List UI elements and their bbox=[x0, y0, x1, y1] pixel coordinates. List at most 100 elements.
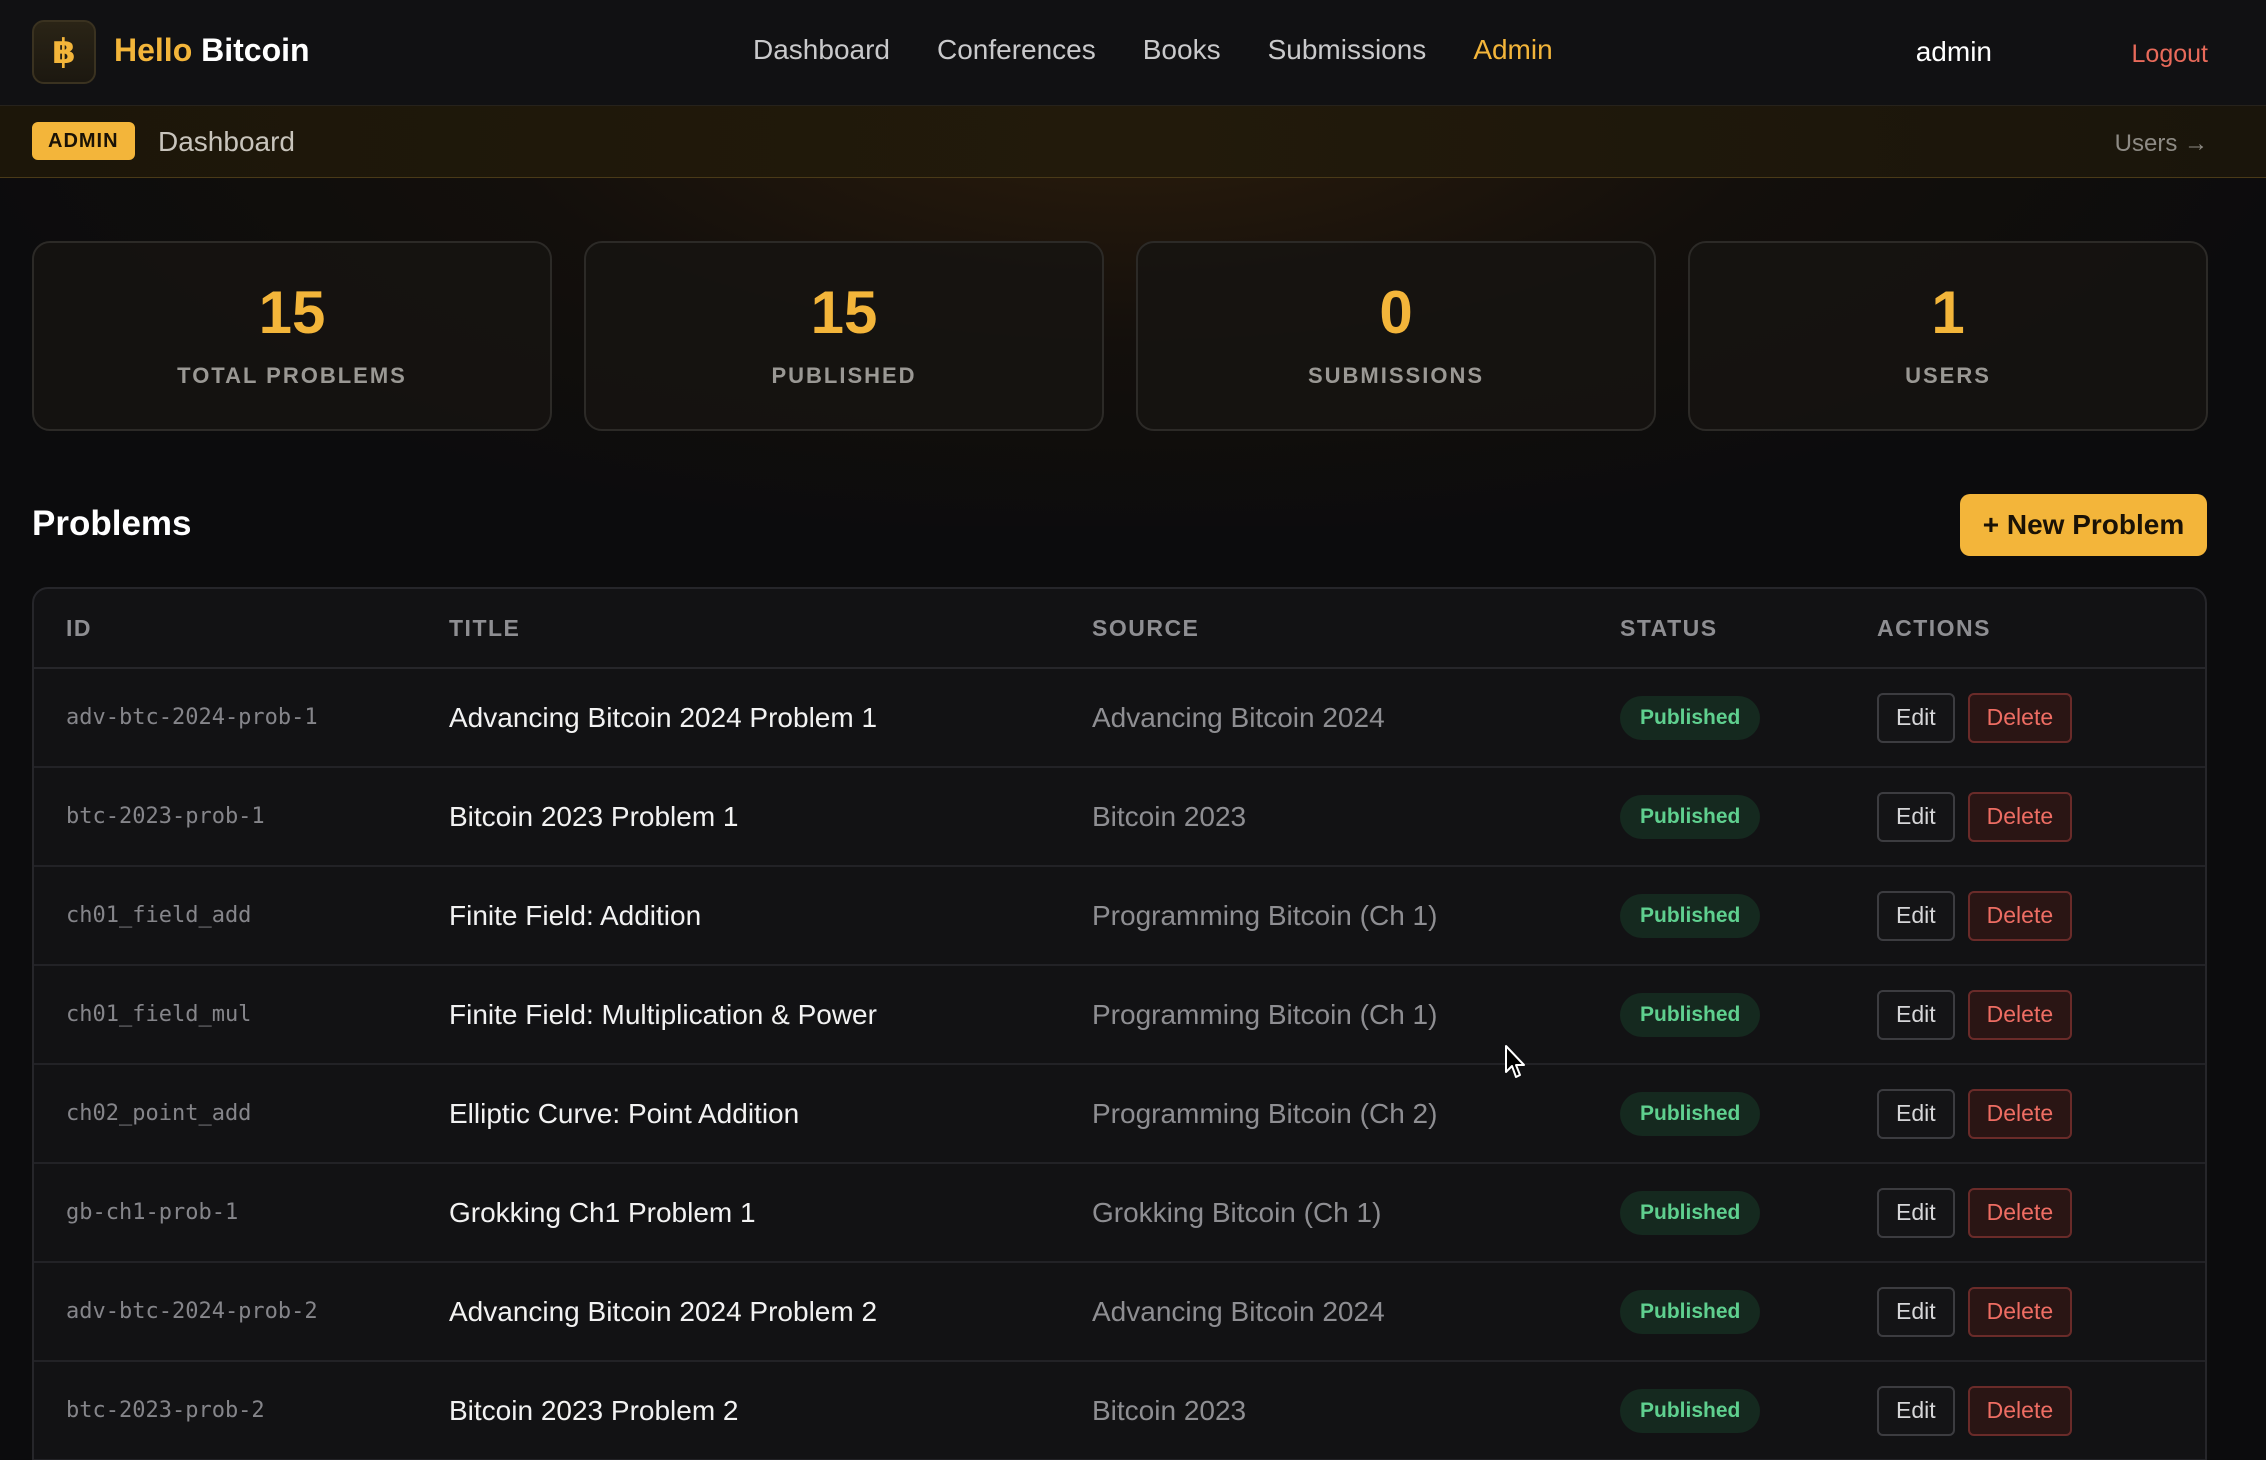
cell-status: Published bbox=[1620, 1190, 1877, 1235]
column-header-id[interactable]: ID bbox=[34, 615, 449, 642]
cell-actions: Edit Delete bbox=[1877, 791, 2205, 842]
stat-card-published: 15 PUBLISHED bbox=[584, 241, 1104, 431]
table-row: btc-2023-prob-1 Bitcoin 2023 Problem 1 Bit… bbox=[34, 768, 2205, 867]
status-badge: Published bbox=[1620, 1091, 1761, 1136]
table-row: ch01_field_add Finite Field: Addition Prog… bbox=[34, 867, 2205, 966]
edit-button[interactable]: Edit bbox=[1877, 989, 1955, 1040]
cell-status: Published bbox=[1620, 695, 1877, 740]
column-header-title[interactable]: TITLE bbox=[449, 615, 1092, 642]
table-row: gb-ch1-prob-1 Grokking Ch1 Problem 1 Grokk… bbox=[34, 1164, 2205, 1263]
cell-actions: Edit Delete bbox=[1877, 989, 2205, 1040]
problems-title: Problems bbox=[32, 504, 192, 543]
cell-actions: Edit Delete bbox=[1877, 1385, 2205, 1436]
cell-id: adv-btc-2024-prob-1 bbox=[66, 705, 318, 730]
cell-id: btc-2023-prob-2 bbox=[66, 1398, 265, 1423]
table-body: adv-btc-2024-prob-1 Advancing Bitcoin 202… bbox=[34, 669, 2205, 1460]
cell-id: gb-ch1-prob-1 bbox=[66, 1200, 239, 1225]
stat-card-submissions: 0 SUBMISSIONS bbox=[1136, 241, 1656, 431]
nav-item-admin[interactable]: Admin bbox=[1473, 34, 1552, 66]
cell-title[interactable]: Grokking Ch1 Problem 1 bbox=[449, 1197, 1092, 1229]
edit-button[interactable]: Edit bbox=[1877, 1088, 1955, 1139]
edit-button[interactable]: Edit bbox=[1877, 1286, 1955, 1337]
stat-label: PUBLISHED bbox=[771, 363, 917, 388]
stat-value: 15 bbox=[810, 279, 878, 346]
cell-status: Published bbox=[1620, 992, 1877, 1037]
mouse-cursor-icon bbox=[1505, 1045, 1525, 1078]
status-badge: Published bbox=[1620, 1289, 1761, 1334]
stat-label: SUBMISSIONS bbox=[1307, 363, 1485, 388]
stat-value: 0 bbox=[1379, 279, 1413, 346]
edit-button[interactable]: Edit bbox=[1877, 791, 1955, 842]
cell-id: btc-2023-prob-1 bbox=[66, 804, 265, 829]
cell-status: Published bbox=[1620, 1091, 1877, 1136]
delete-button[interactable]: Delete bbox=[1967, 1187, 2073, 1238]
cell-source: Advancing Bitcoin 2024 bbox=[1092, 1295, 1385, 1327]
logout-link[interactable]: Logout bbox=[2132, 40, 2208, 69]
bitcoin-logo-icon[interactable]: ฿ bbox=[32, 20, 96, 84]
status-badge: Published bbox=[1620, 1190, 1761, 1235]
problems-table: ID TITLE SOURCE STATUS ACTIONS adv-btc-2… bbox=[32, 587, 2207, 1460]
status-badge: Published bbox=[1620, 992, 1761, 1037]
cell-source: Grokking Bitcoin (Ch 1) bbox=[1092, 1196, 1382, 1228]
column-header-actions: ACTIONS bbox=[1877, 614, 1991, 641]
edit-button[interactable]: Edit bbox=[1877, 890, 1955, 941]
edit-button[interactable]: Edit bbox=[1877, 1385, 1955, 1436]
cell-title[interactable]: Bitcoin 2023 Problem 1 bbox=[449, 801, 1092, 833]
status-badge: Published bbox=[1620, 893, 1761, 938]
cell-status: Published bbox=[1620, 1388, 1877, 1433]
cell-source: Advancing Bitcoin 2024 bbox=[1092, 701, 1385, 733]
nav-item-conferences[interactable]: Conferences bbox=[937, 34, 1096, 66]
current-user-name: admin bbox=[1915, 36, 1992, 67]
admin-badge: ADMIN bbox=[32, 122, 135, 160]
stat-label: TOTAL PROBLEMS bbox=[177, 363, 407, 388]
cell-actions: Edit Delete bbox=[1877, 1286, 2205, 1337]
column-header-source[interactable]: SOURCE bbox=[1092, 615, 1620, 642]
table-row: ch02_point_add Elliptic Curve: Point Addi… bbox=[34, 1065, 2205, 1164]
cell-title[interactable]: Elliptic Curve: Point Addition bbox=[449, 1098, 1092, 1130]
table-row: btc-2023-prob-2 Bitcoin 2023 Problem 2 Bit… bbox=[34, 1362, 2205, 1460]
cell-actions: Edit Delete bbox=[1877, 1187, 2205, 1238]
cell-title[interactable]: Bitcoin 2023 Problem 2 bbox=[449, 1395, 1092, 1427]
delete-button[interactable]: Delete bbox=[1967, 989, 2073, 1040]
stat-value: 1 bbox=[1931, 279, 1965, 346]
cell-actions: Edit Delete bbox=[1877, 890, 2205, 941]
users-link[interactable]: Users → bbox=[2115, 130, 2208, 158]
cell-source: Bitcoin 2023 bbox=[1092, 800, 1247, 832]
nav-item-submissions[interactable]: Submissions bbox=[1268, 34, 1427, 66]
main-nav: Dashboard Conferences Books Submissions … bbox=[753, 34, 1553, 66]
stat-card-users: 1 USERS bbox=[1688, 241, 2208, 431]
cell-source: Bitcoin 2023 bbox=[1092, 1394, 1247, 1426]
table-row: adv-btc-2024-prob-2 Advancing Bitcoin 202… bbox=[34, 1263, 2205, 1362]
cell-actions: Edit Delete bbox=[1877, 1088, 2205, 1139]
column-header-status[interactable]: STATUS bbox=[1620, 615, 1877, 642]
top-navigation-bar: ฿ Hello Bitcoin Dashboard Conferences Bo… bbox=[0, 0, 2266, 106]
delete-button[interactable]: Delete bbox=[1967, 890, 2073, 941]
brand-name-part1: Hello bbox=[114, 32, 193, 68]
delete-button[interactable]: Delete bbox=[1967, 1385, 2073, 1436]
cell-id: adv-btc-2024-prob-2 bbox=[66, 1299, 318, 1324]
edit-button[interactable]: Edit bbox=[1877, 1187, 1955, 1238]
delete-button[interactable]: Delete bbox=[1967, 791, 2073, 842]
nav-item-books[interactable]: Books bbox=[1143, 34, 1221, 66]
status-badge: Published bbox=[1620, 794, 1761, 839]
cell-title[interactable]: Advancing Bitcoin 2024 Problem 1 bbox=[449, 702, 1092, 734]
status-badge: Published bbox=[1620, 695, 1761, 740]
cell-source: Programming Bitcoin (Ch 2) bbox=[1092, 1097, 1438, 1129]
edit-button[interactable]: Edit bbox=[1877, 692, 1955, 743]
new-problem-button[interactable]: + New Problem bbox=[1960, 494, 2207, 556]
cell-source: Programming Bitcoin (Ch 1) bbox=[1092, 899, 1438, 931]
nav-item-dashboard[interactable]: Dashboard bbox=[753, 34, 890, 66]
cell-id: ch01_field_add bbox=[66, 903, 252, 928]
cell-title[interactable]: Advancing Bitcoin 2024 Problem 2 bbox=[449, 1296, 1092, 1328]
table-row: ch01_field_mul Finite Field: Multiplicati… bbox=[34, 966, 2205, 1065]
breadcrumb-dashboard: Dashboard bbox=[158, 126, 295, 157]
stats-row: 15 TOTAL PROBLEMS 15 PUBLISHED 0 SUBMISS… bbox=[32, 241, 2208, 431]
brand-name[interactable]: Hello Bitcoin bbox=[114, 32, 310, 69]
delete-button[interactable]: Delete bbox=[1967, 1286, 2073, 1337]
delete-button[interactable]: Delete bbox=[1967, 1088, 2073, 1139]
stat-value: 15 bbox=[258, 279, 326, 346]
delete-button[interactable]: Delete bbox=[1967, 692, 2073, 743]
cell-title[interactable]: Finite Field: Addition bbox=[449, 900, 1092, 932]
cell-status: Published bbox=[1620, 1289, 1877, 1334]
cell-title[interactable]: Finite Field: Multiplication & Power bbox=[449, 999, 1092, 1031]
